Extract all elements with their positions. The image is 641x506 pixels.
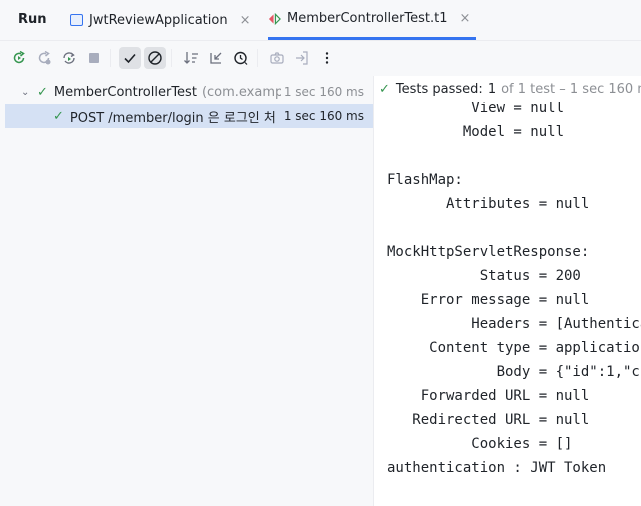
stop-icon bbox=[89, 53, 99, 63]
more-button[interactable] bbox=[316, 47, 338, 69]
test-tree: ⌄ ✓ MemberControllerTest (com.exampl 1 s… bbox=[5, 76, 374, 506]
tab-member-controller-test[interactable]: MemberControllerTest.t1 × bbox=[268, 0, 477, 40]
application-icon bbox=[70, 14, 83, 26]
tree-row-test-class[interactable]: ⌄ ✓ MemberControllerTest (com.exampl 1 s… bbox=[5, 80, 373, 104]
console-line: Status = 200 bbox=[387, 268, 581, 284]
passed-check-icon: ✓ bbox=[53, 108, 64, 124]
console-line: Headers = [Authenticat bbox=[387, 316, 641, 332]
toolbar-separator bbox=[257, 49, 258, 67]
rerun-button[interactable] bbox=[8, 47, 30, 69]
test-class-package: (com.exampl bbox=[201, 84, 287, 100]
console-line: Error message = null bbox=[387, 292, 590, 308]
status-summary: of 1 test – 1 sec 160 ms bbox=[501, 81, 641, 97]
stop-button[interactable] bbox=[83, 47, 105, 69]
passed-check-icon: ✓ bbox=[379, 81, 390, 97]
console-line: Content type = application/ bbox=[387, 340, 641, 356]
console-line: authentication : JWT Token bbox=[387, 460, 607, 476]
status-count: 1 bbox=[487, 81, 497, 97]
export-button[interactable] bbox=[291, 47, 313, 69]
collapse-all-button[interactable] bbox=[205, 47, 227, 69]
toolbar-separator bbox=[171, 49, 172, 67]
toggle-auto-test-icon bbox=[63, 52, 75, 64]
test-status-bar: ✓ Tests passed: 1 of 1 test – 1 sec 160 … bbox=[374, 76, 641, 102]
history-icon bbox=[234, 51, 248, 65]
test-method-name: POST /member/login 은 로그인 처 bbox=[69, 110, 276, 126]
rerun-failed-icon bbox=[38, 50, 51, 65]
ignored-icon bbox=[148, 51, 162, 65]
export-icon bbox=[296, 51, 308, 65]
tree-row-test-method[interactable]: ✓ POST /member/login 은 로그인 처 1 sec 160 m… bbox=[5, 104, 373, 128]
toggle-auto-test-button[interactable] bbox=[58, 47, 80, 69]
checkmark-icon bbox=[124, 53, 136, 64]
more-vertical-icon bbox=[325, 52, 329, 64]
console-line: Forwarded URL = null bbox=[387, 388, 590, 404]
console-line: FlashMap: bbox=[387, 172, 463, 188]
close-icon[interactable]: × bbox=[460, 11, 471, 26]
close-icon[interactable]: × bbox=[240, 13, 251, 28]
status-prefix: Tests passed: bbox=[395, 81, 483, 97]
sort-icon bbox=[184, 52, 198, 64]
toolbar-separator bbox=[110, 49, 111, 67]
test-class-duration: 1 sec 160 ms bbox=[280, 85, 364, 99]
collapse-icon bbox=[210, 52, 222, 64]
test-runner-toolbar bbox=[0, 41, 641, 75]
console-line: Redirected URL = null bbox=[387, 412, 590, 428]
tab-label: JwtReviewApplication bbox=[89, 12, 228, 28]
sort-button[interactable] bbox=[180, 47, 202, 69]
rerun-failed-button[interactable] bbox=[33, 47, 55, 69]
console-line: Body = {"id":1,"cre bbox=[387, 364, 641, 380]
chevron-down-icon[interactable]: ⌄ bbox=[21, 87, 31, 98]
camera-icon bbox=[270, 52, 284, 64]
passed-check-icon: ✓ bbox=[37, 84, 48, 100]
console-line: MockHttpServletResponse: bbox=[387, 244, 590, 260]
console-line: View = null bbox=[387, 100, 565, 116]
run-tool-window-header: Run JwtReviewApplication × MemberControl… bbox=[0, 0, 641, 41]
screenshot-button[interactable] bbox=[266, 47, 288, 69]
console-line: Attributes = null bbox=[387, 196, 590, 212]
tab-jwt-review-application[interactable]: JwtReviewApplication × bbox=[70, 0, 251, 40]
console-line: Model = null bbox=[387, 124, 565, 140]
console-line: Cookies = [] bbox=[387, 436, 573, 452]
test-class-name: MemberControllerTest bbox=[53, 84, 197, 100]
tab-label: MemberControllerTest.t1 bbox=[287, 11, 448, 26]
show-passed-button[interactable] bbox=[119, 47, 141, 69]
run-title: Run bbox=[18, 12, 47, 27]
show-ignored-button[interactable] bbox=[144, 47, 166, 69]
test-method-duration: 1 sec 160 ms bbox=[280, 109, 364, 123]
test-diamond-icon bbox=[268, 12, 281, 25]
history-button[interactable] bbox=[230, 47, 252, 69]
rerun-icon bbox=[13, 50, 25, 64]
console-output[interactable]: ✓ Tests passed: 1 of 1 test – 1 sec 160 … bbox=[374, 76, 641, 506]
